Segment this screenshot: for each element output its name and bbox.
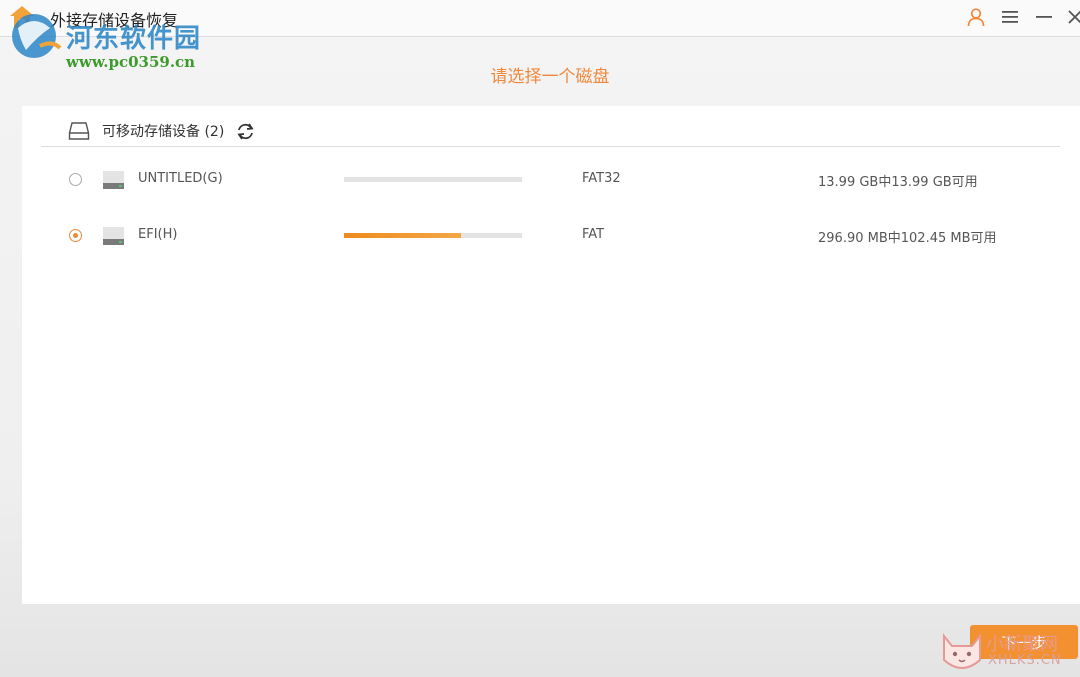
watermark-logo-icon	[12, 14, 62, 58]
drive-radio[interactable]	[69, 173, 82, 186]
group-title: 可移动存储设备 (2)	[102, 124, 225, 140]
watermark-top-name: 河东软件园	[66, 24, 202, 54]
watermark-top: 河东软件园 www.pc0359.cn	[0, 6, 210, 71]
cat-logo-icon	[943, 633, 981, 669]
drive-name: UNTITLED(G)	[138, 171, 223, 186]
close-button[interactable]	[1062, 5, 1080, 29]
drive-radio[interactable]	[69, 229, 82, 242]
drive-row[interactable]: UNTITLED(G) FAT32 13.99 GB中13.99 GB可用	[22, 160, 1080, 200]
refresh-button[interactable]	[236, 123, 255, 140]
drive-icon	[103, 227, 124, 245]
watermark-bottom: 小新聚网 XHLKS.CN	[938, 624, 1080, 677]
drive-icon	[103, 171, 124, 189]
user-icon	[967, 8, 985, 27]
drive-filesystem: FAT32	[582, 171, 621, 186]
removable-drive-icon	[68, 122, 90, 140]
drive-filesystem: FAT	[582, 227, 605, 242]
drive-capacity: 296.90 MB中102.45 MB可用	[818, 231, 997, 246]
divider	[41, 146, 1060, 147]
drive-row[interactable]: EFI(H) FAT 296.90 MB中102.45 MB可用	[22, 216, 1080, 256]
close-icon	[1068, 10, 1080, 24]
disk-list-panel: 可移动存储设备 (2) UNTITLED(G) FAT32 13.99 GB中1…	[22, 106, 1080, 604]
refresh-icon	[237, 123, 254, 139]
page-heading: 请选择一个磁盘	[490, 67, 610, 87]
watermark-bottom-url: XHLKS.CN	[988, 653, 1062, 668]
group-header: 可移动存储设备 (2)	[68, 120, 255, 142]
menu-button[interactable]	[997, 5, 1023, 29]
drive-capacity: 13.99 GB中13.99 GB可用	[818, 175, 978, 190]
drive-name: EFI(H)	[138, 227, 178, 242]
user-button[interactable]	[963, 5, 989, 29]
minimize-button[interactable]	[1031, 5, 1057, 29]
menu-icon	[1002, 11, 1018, 23]
usage-bar	[344, 233, 522, 238]
minimize-icon	[1036, 16, 1052, 18]
usage-bar	[344, 177, 522, 182]
usage-bar-fill	[344, 233, 461, 238]
